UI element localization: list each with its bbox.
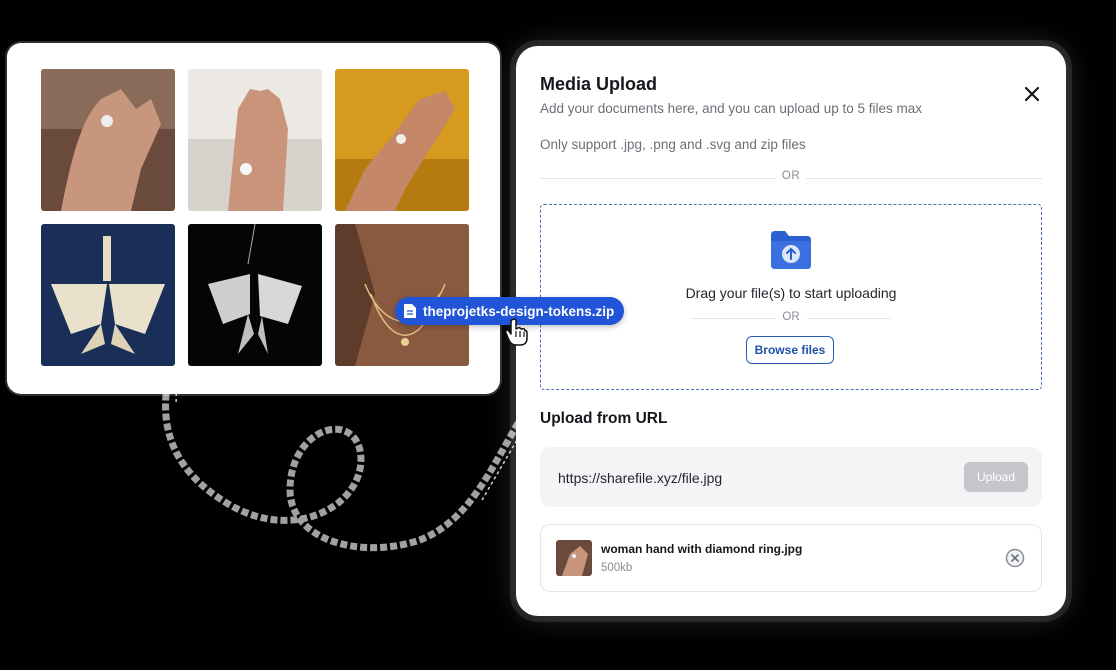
remove-file-icon[interactable] bbox=[1005, 548, 1025, 568]
close-icon[interactable] bbox=[1022, 84, 1042, 104]
file-thumbnail bbox=[556, 540, 592, 576]
gallery-image-ring-hand-1[interactable] bbox=[41, 69, 175, 211]
modal-subtitle: Add your documents here, and you can upl… bbox=[540, 101, 922, 116]
url-input[interactable] bbox=[556, 465, 940, 491]
gallery-image-necklace-neck[interactable] bbox=[335, 224, 469, 366]
hand-cursor-icon bbox=[505, 318, 528, 346]
gallery-image-butterfly-pendant-silver[interactable] bbox=[188, 224, 322, 366]
uploaded-file-item: woman hand with diamond ring.jpg 500kb bbox=[540, 524, 1042, 592]
upload-button[interactable]: Upload bbox=[964, 462, 1028, 492]
file-dropzone[interactable]: Drag your file(s) to start uploading OR … bbox=[540, 204, 1042, 390]
folder-upload-icon bbox=[771, 231, 811, 269]
gallery-image-ring-hand-3[interactable] bbox=[335, 69, 469, 211]
file-name: woman hand with diamond ring.jpg bbox=[601, 542, 803, 556]
url-input-container: Upload bbox=[540, 447, 1042, 507]
file-icon bbox=[404, 304, 416, 318]
upload-from-url-heading: Upload from URL bbox=[540, 410, 668, 427]
gallery-image-ring-hand-2[interactable] bbox=[188, 69, 322, 211]
image-gallery-card bbox=[7, 43, 500, 394]
browse-files-button[interactable]: Browse files bbox=[746, 336, 834, 364]
dragged-file-name: theprojetks-design-tokens.zip bbox=[423, 303, 615, 319]
file-size: 500kb bbox=[601, 562, 633, 574]
or-separator: OR bbox=[776, 170, 806, 182]
supported-formats-text: Only support .jpg, .png and .svg and zip… bbox=[540, 137, 806, 152]
gallery-image-butterfly-pendant-gold[interactable] bbox=[41, 224, 175, 366]
modal-title: Media Upload bbox=[540, 74, 658, 94]
dropzone-or-separator: OR bbox=[775, 311, 807, 323]
media-upload-modal: Media Upload Add your documents here, an… bbox=[516, 46, 1066, 616]
